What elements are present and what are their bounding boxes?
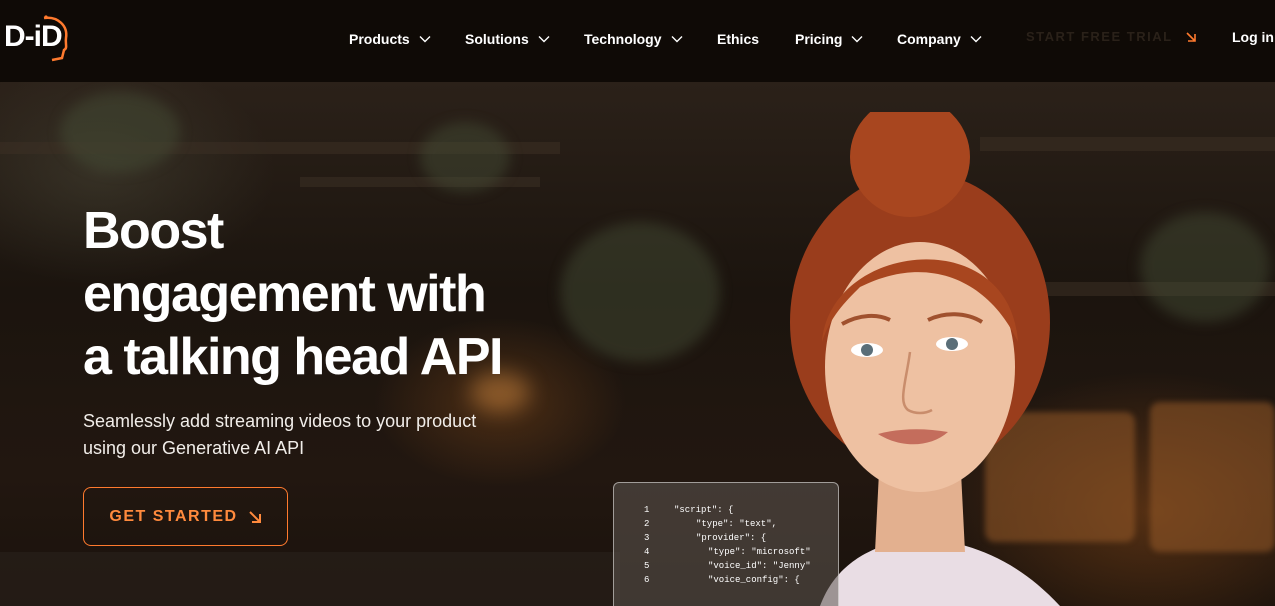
get-started-label: GET STARTED — [109, 507, 238, 525]
code-line-text: "provider": { — [696, 533, 767, 543]
code-line-text: "script": { — [674, 505, 734, 515]
subtext-line: using our Generative AI API — [83, 438, 305, 458]
top-navigation: D-iD Products Solutions Technology Ethic… — [0, 0, 1275, 82]
nav-solutions[interactable]: Solutions — [465, 29, 550, 49]
nav-ethics[interactable]: Ethics — [717, 29, 759, 49]
background-shelf — [300, 177, 540, 187]
login-link[interactable]: Log in — [1232, 29, 1274, 45]
nav-solutions-label: Solutions — [465, 31, 529, 47]
chevron-down-icon — [419, 36, 431, 43]
code-line: 3 "provider": { — [644, 533, 838, 547]
nav-technology[interactable]: Technology — [584, 29, 683, 49]
headline-line: Boost — [83, 202, 224, 260]
logo-head-icon — [43, 15, 68, 62]
nav-technology-label: Technology — [584, 31, 662, 47]
arrow-down-right-icon — [1185, 31, 1196, 42]
chevron-down-icon — [970, 36, 982, 43]
code-line-number: 6 — [644, 575, 650, 585]
code-line-text: "type": "text", — [696, 519, 778, 529]
code-line-number: 1 — [644, 505, 650, 515]
start-free-trial-button[interactable]: START FREE TRIAL — [1026, 29, 1197, 44]
d-id-logo[interactable]: D-iD — [4, 14, 74, 62]
code-snippet-card: 1 "script": { 2 "type": "text", 3 "provi… — [613, 482, 839, 606]
subtext-line: Seamlessly add streaming videos to your … — [83, 411, 477, 431]
headline-line: engagement with — [83, 265, 487, 323]
get-started-button[interactable]: GET STARTED — [83, 487, 288, 546]
code-line-number: 2 — [644, 519, 650, 529]
hero-section: Boost engagement with a talking head API… — [0, 82, 1275, 606]
background-plant — [420, 122, 510, 192]
nav-pricing-label: Pricing — [795, 31, 843, 47]
code-line-text: "voice_config": { — [708, 575, 800, 585]
hero-subtext: Seamlessly add streaming videos to your … — [83, 408, 553, 462]
code-line-number: 5 — [644, 561, 650, 571]
background-plant — [1140, 212, 1270, 322]
background-desk — [0, 552, 620, 606]
background-plant — [60, 92, 180, 172]
hero-headline: Boost engagement with a talking head API — [83, 200, 553, 389]
code-line: 2 "type": "text", — [644, 519, 838, 533]
arrow-down-right-icon — [248, 510, 261, 523]
nav-company[interactable]: Company — [897, 29, 982, 49]
start-free-trial-label: START FREE TRIAL — [1026, 29, 1173, 44]
chevron-down-icon — [851, 36, 863, 43]
nav-pricing[interactable]: Pricing — [795, 29, 863, 49]
chevron-down-icon — [538, 36, 550, 43]
code-line-text: "type": "microsoft" — [708, 547, 811, 557]
code-line: 5 "voice_id": "Jenny" — [644, 561, 838, 575]
code-line-number: 4 — [644, 547, 650, 557]
nav-products[interactable]: Products — [349, 29, 431, 49]
headline-line: a talking head API — [83, 328, 503, 386]
background-plant — [560, 222, 720, 362]
nav-ethics-label: Ethics — [717, 31, 760, 47]
code-line-text: "voice_id": "Jenny" — [708, 561, 811, 571]
background-chair — [1150, 402, 1275, 552]
code-line: 6 "voice_config": { — [644, 575, 838, 589]
code-line-number: 3 — [644, 533, 650, 543]
code-line: 1 "script": { — [644, 505, 838, 519]
nav-products-label: Products — [349, 31, 410, 47]
nav-company-label: Company — [897, 31, 961, 47]
code-line: 4 "type": "microsoft" — [644, 547, 838, 561]
chevron-down-icon — [671, 36, 683, 43]
